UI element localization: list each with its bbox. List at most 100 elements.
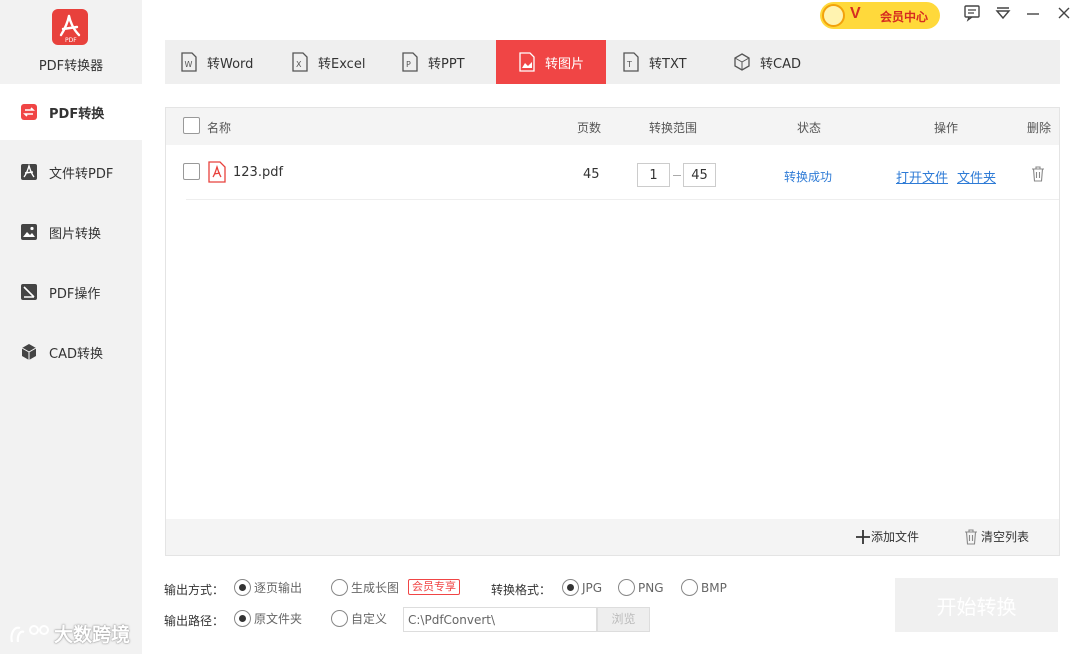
tab-label: 转PPT: [428, 56, 465, 72]
vip-only-badge: 会员专享: [408, 579, 460, 595]
sidebar-item-image-convert[interactable]: 图片转换: [0, 204, 142, 260]
radio-format-bmp[interactable]: BMP: [681, 579, 727, 596]
radio-label: JPG: [582, 580, 603, 595]
plus-icon: [856, 529, 870, 544]
radio-original-folder[interactable]: 原文件夹: [234, 610, 302, 627]
cube-icon: [21, 344, 37, 360]
tab-label: 转Excel: [318, 56, 366, 72]
clear-list-label: 清空列表: [981, 530, 1030, 544]
range-from-input[interactable]: 1: [637, 163, 670, 187]
column-header-name: 名称: [207, 121, 232, 135]
tab-label: 转CAD: [760, 56, 801, 72]
image-icon: [21, 224, 37, 240]
tab-to-txt[interactable]: T 转TXT: [622, 40, 687, 84]
sidebar-item-cad-convert[interactable]: CAD转换: [0, 324, 142, 380]
app-name: PDF转换器: [38, 59, 104, 74]
radio-custom-folder[interactable]: 自定义: [331, 610, 387, 627]
vip-center-label: 会员中心: [880, 10, 929, 24]
app-logo-icon: PDF: [52, 9, 88, 45]
watermark: 大数跨境: [8, 620, 130, 647]
add-file-label: 添加文件: [871, 530, 920, 544]
sidebar-item-label: PDF转换: [49, 106, 105, 122]
tab-to-ppt[interactable]: P 转PPT: [401, 40, 465, 84]
radio-dot: [331, 579, 348, 596]
sidebar-item-label: 图片转换: [49, 226, 102, 242]
excel-icon: X: [292, 52, 308, 72]
tab-label: 转TXT: [649, 56, 687, 72]
sidebar-item-file-to-pdf[interactable]: 文件转PDF: [0, 144, 142, 200]
tab-label: 转图片: [544, 56, 584, 72]
clear-list-button[interactable]: 清空列表: [963, 528, 1029, 545]
radio-label: BMP: [701, 580, 727, 595]
column-header-pages: 页数: [577, 121, 602, 135]
radio-label: 生成长图: [351, 581, 400, 595]
output-mode-label: 输出方式：: [164, 583, 225, 597]
row-checkbox[interactable]: [183, 163, 200, 180]
output-path-label: 输出路径：: [164, 614, 225, 628]
radio-label: 原文件夹: [254, 612, 303, 626]
vip-letter: V: [850, 5, 861, 22]
menu-dropdown-icon[interactable]: [994, 4, 1012, 22]
watermark-logo-icon: [10, 624, 49, 642]
watermark-text: 大数跨境: [54, 624, 131, 646]
close-icon[interactable]: [1055, 4, 1073, 22]
pdf-file-icon: [208, 161, 226, 183]
svg-text:X: X: [296, 60, 302, 69]
browse-button[interactable]: 浏览: [597, 607, 650, 632]
sidebar-item-pdf-convert[interactable]: PDF转换: [0, 84, 142, 140]
column-header-actions: 操作: [934, 121, 959, 135]
open-file-link[interactable]: 打开文件: [896, 167, 948, 186]
svg-text:W: W: [185, 60, 193, 69]
radio-format-jpg[interactable]: JPG: [562, 579, 602, 596]
radio-dot: [681, 579, 698, 596]
range-separator: [673, 175, 681, 176]
svg-text:T: T: [626, 60, 632, 69]
radio-page-output[interactable]: 逐页输出: [234, 579, 302, 596]
start-convert-button[interactable]: 开始转换: [895, 578, 1058, 632]
word-icon: W: [181, 52, 197, 72]
table-header: 名称 页数 转换范围 状态 操作 删除: [166, 108, 1059, 145]
svg-text:P: P: [406, 60, 411, 69]
radio-dot: [618, 579, 635, 596]
sidebar-item-label: 文件转PDF: [49, 166, 114, 182]
tab-label: 转Word: [207, 56, 254, 72]
sidebar: PDF PDF转换器 PDF转换 文件转PDF 图片转换 PDF操作 CAD转换: [0, 0, 142, 654]
column-header-status: 状态: [797, 121, 822, 135]
range-to-input[interactable]: 45: [683, 163, 716, 187]
logo-area: PDF PDF转换器: [0, 0, 142, 84]
radio-label: PNG: [638, 580, 664, 595]
table-row: 123.pdf 45 1 45 转换成功 打开文件 文件夹: [183, 146, 1059, 200]
select-all-checkbox[interactable]: [183, 117, 200, 134]
output-path-input[interactable]: [403, 607, 597, 632]
radio-long-image[interactable]: 生成长图: [331, 579, 399, 596]
txt-icon: T: [623, 52, 639, 72]
edit-icon: [21, 284, 37, 300]
status-text: 转换成功: [784, 170, 833, 184]
column-header-range: 转换范围: [649, 121, 698, 135]
tab-to-image[interactable]: 转图片: [496, 40, 606, 84]
page-count: 45: [583, 167, 600, 182]
vip-center-button[interactable]: V 会员中心: [820, 2, 940, 29]
panel-footer: 添加文件 清空列表: [166, 519, 1059, 555]
sidebar-item-label: CAD转换: [49, 346, 103, 362]
format-label: 转换格式：: [491, 583, 552, 597]
sidebar-item-pdf-operations[interactable]: PDF操作: [0, 264, 142, 320]
radio-dot: [331, 610, 348, 627]
delete-icon[interactable]: [1031, 166, 1045, 182]
sidebar-item-label: PDF操作: [49, 286, 101, 302]
radio-dot-checked: [562, 579, 579, 596]
tab-to-cad[interactable]: 转CAD: [733, 40, 801, 84]
add-file-button[interactable]: 添加文件: [855, 528, 919, 545]
tab-to-excel[interactable]: X 转Excel: [291, 40, 365, 84]
conversion-tabs: W 转Word X 转Excel P 转PPT 转图片 T 转TXT 转CAD: [165, 40, 1060, 84]
svg-text:PDF: PDF: [65, 37, 77, 44]
radio-format-png[interactable]: PNG: [618, 579, 664, 596]
open-folder-link[interactable]: 文件夹: [957, 167, 996, 186]
radio-dot-checked: [234, 579, 251, 596]
column-header-delete: 删除: [1027, 121, 1052, 135]
minimize-icon[interactable]: [1024, 4, 1042, 22]
tab-to-word[interactable]: W 转Word: [180, 40, 253, 84]
file-name: 123.pdf: [233, 165, 284, 180]
feedback-icon[interactable]: [963, 4, 981, 22]
radio-dot-checked: [234, 610, 251, 627]
